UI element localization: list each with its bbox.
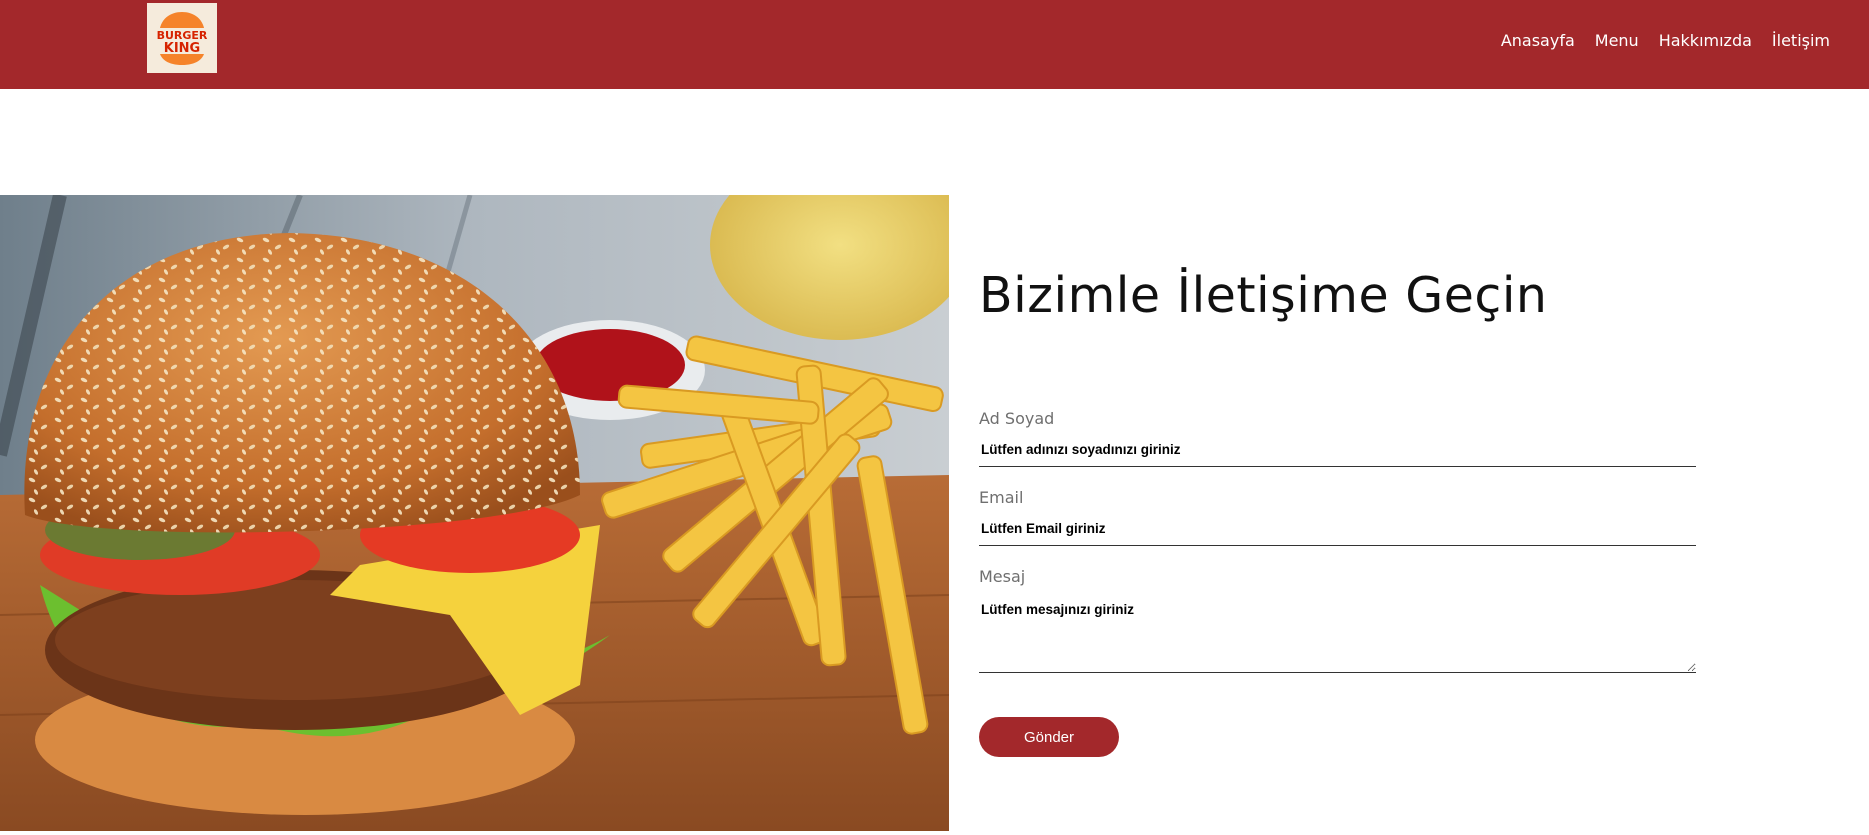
nav-item-menu[interactable]: Menu bbox=[1595, 31, 1639, 50]
name-input[interactable] bbox=[979, 433, 1696, 467]
burger-king-logo-icon: BURGER KING bbox=[156, 12, 208, 65]
burger-and-fries-photo bbox=[0, 195, 949, 831]
main-nav: Anasayfa Menu Hakkımızda İletişim bbox=[1501, 0, 1830, 80]
page-title: Bizimle İletişime Geçin bbox=[979, 267, 1548, 324]
svg-text:KING: KING bbox=[164, 41, 200, 56]
message-field-label: Mesaj bbox=[979, 567, 1026, 586]
burger-king-logo[interactable]: BURGER KING bbox=[147, 3, 217, 73]
email-field-label: Email bbox=[979, 488, 1024, 507]
nav-item-anasayfa[interactable]: Anasayfa bbox=[1501, 31, 1575, 50]
submit-button[interactable]: Gönder bbox=[979, 717, 1119, 757]
nav-item-iletisim[interactable]: İletişim bbox=[1772, 31, 1830, 50]
email-input[interactable] bbox=[979, 512, 1696, 546]
name-field-label: Ad Soyad bbox=[979, 409, 1055, 428]
site-header: BURGER KING Anasayfa Menu Hakkımızda İle… bbox=[0, 0, 1869, 89]
message-textarea[interactable] bbox=[979, 591, 1696, 673]
nav-item-hakkimizda[interactable]: Hakkımızda bbox=[1659, 31, 1752, 50]
burger-photo-illustration bbox=[0, 195, 949, 831]
